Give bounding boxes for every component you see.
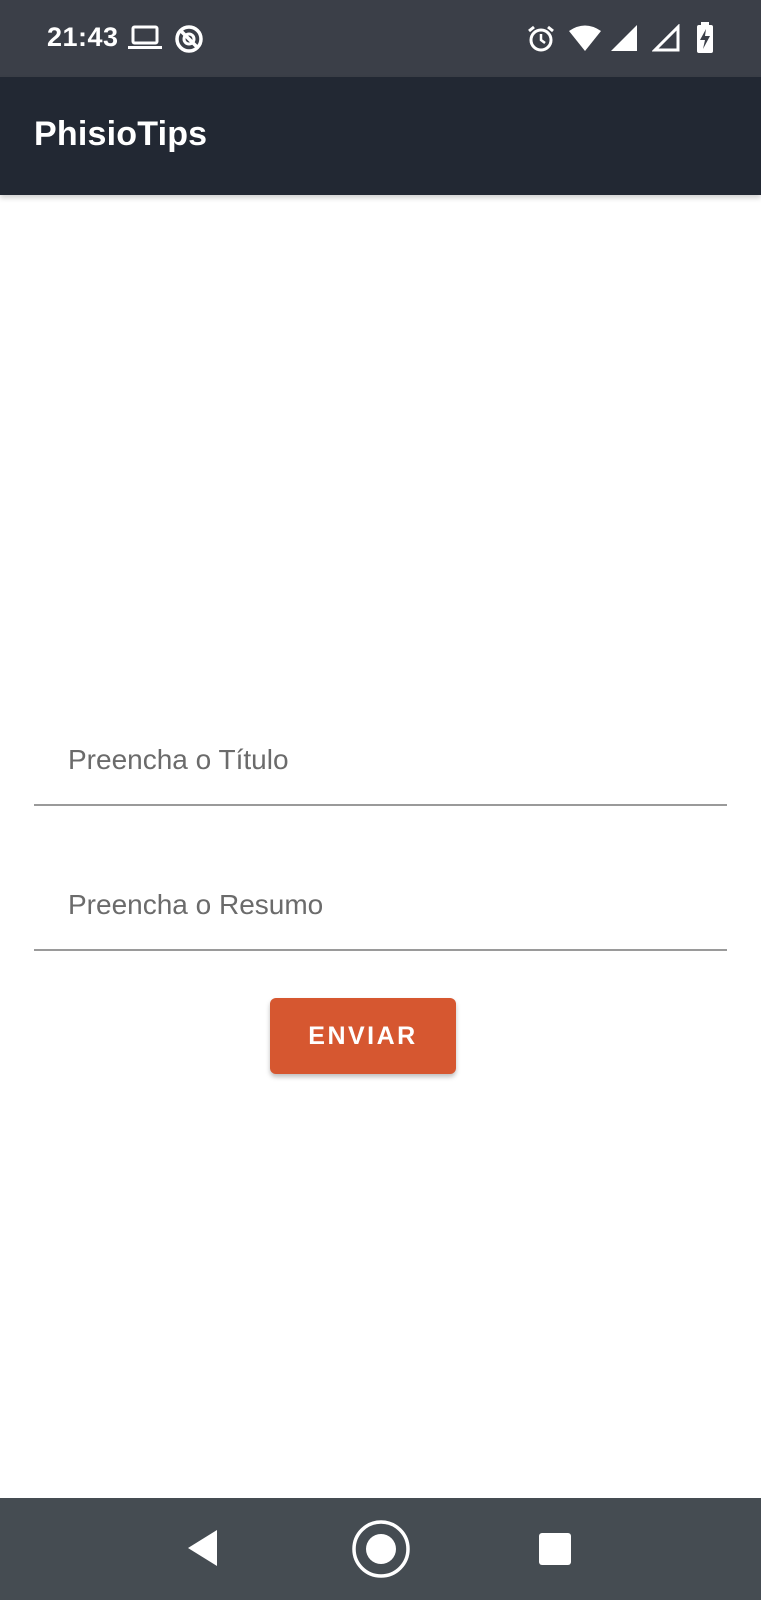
summary-field[interactable] — [34, 861, 727, 951]
app-title: PhisioTips — [34, 115, 208, 153]
screen: 21:43 PhisioTips Preencha o Título Preen… — [0, 0, 761, 1600]
summary-input[interactable] — [34, 861, 727, 949]
navigation-bar — [0, 1498, 761, 1600]
signal-icon — [611, 25, 637, 51]
battery-charging-icon — [697, 22, 713, 53]
status-bar: 21:43 — [0, 0, 761, 77]
recents-icon — [539, 1533, 571, 1565]
title-field[interactable] — [34, 716, 727, 806]
title-input[interactable] — [34, 716, 727, 804]
alarm-icon — [528, 25, 554, 52]
back-button[interactable] — [180, 1526, 224, 1570]
submit-button[interactable]: ENVIAR — [270, 998, 456, 1074]
signal-empty-icon — [652, 24, 680, 52]
home-icon — [352, 1520, 410, 1578]
do-not-disturb-icon — [175, 25, 203, 53]
home-button[interactable] — [350, 1518, 412, 1580]
laptop-icon — [128, 25, 162, 49]
back-icon — [188, 1530, 217, 1566]
status-time: 21:43 — [47, 22, 119, 52]
app-bar: PhisioTips — [0, 77, 761, 195]
wifi-icon — [569, 25, 601, 51]
recents-button[interactable] — [537, 1531, 573, 1567]
